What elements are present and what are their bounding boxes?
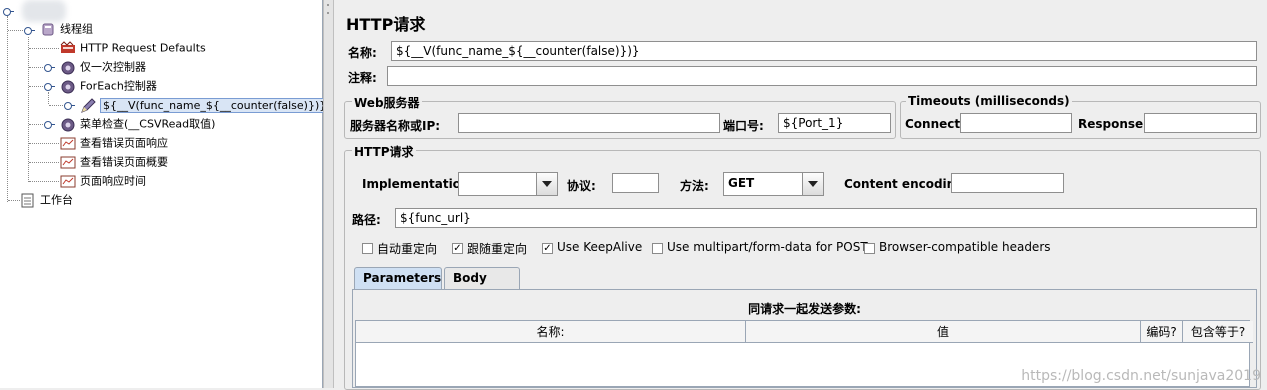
expand-handle[interactable]: [44, 64, 55, 72]
expand-handle[interactable]: [64, 102, 75, 110]
keepalive-checkbox[interactable]: ✓: [542, 243, 553, 254]
tree-item-once-controller[interactable]: 仅一次控制器: [60, 58, 146, 76]
tree-line: [29, 67, 43, 68]
watermark: https://blog.csdn.net/sunjava2019: [1021, 368, 1261, 384]
browser-headers-label: Browser-compatible headers: [879, 240, 1051, 254]
controller-icon: [60, 79, 76, 94]
controller-icon: [60, 117, 76, 132]
tree-item-foreach-controller[interactable]: ForEach控制器: [60, 77, 157, 95]
path-label: 路径:: [352, 213, 381, 227]
column-header-value[interactable]: 值: [746, 321, 1141, 343]
expand-handle[interactable]: [24, 27, 35, 35]
grip-dot: [327, 4, 329, 6]
browser-headers-checkbox[interactable]: [864, 243, 875, 254]
content-encoding-label: Content encoding:: [844, 177, 969, 191]
connect-label: Connect:: [905, 117, 965, 131]
tree-item-error-summary[interactable]: 查看错误页面概要: [60, 153, 168, 171]
tree-line: [29, 124, 43, 125]
split-pane-divider[interactable]: [323, 0, 334, 388]
multipart-label: Use multipart/form-data for POST: [667, 240, 868, 254]
tree-line: [29, 143, 59, 144]
connect-field[interactable]: [960, 113, 1072, 133]
tree-line: [29, 48, 59, 49]
method-label: 方法:: [680, 179, 709, 193]
response-field[interactable]: [1144, 113, 1257, 133]
name-label: 名称:: [348, 46, 377, 60]
method-select[interactable]: GET: [723, 172, 824, 196]
tree-item-response-time[interactable]: 页面响应时间: [60, 172, 146, 190]
chevron-down-icon[interactable]: [536, 173, 557, 195]
tree-line: [29, 86, 43, 87]
thread-group-icon: [40, 22, 56, 37]
grip-dot: [327, 12, 329, 14]
keepalive-label: Use KeepAlive: [557, 240, 643, 254]
protocol-label: 协议:: [567, 179, 596, 193]
path-field[interactable]: ${func_url}: [395, 208, 1257, 228]
tree-item-menu-check[interactable]: 菜单检查(__CSVRead取值): [60, 115, 215, 133]
sampler-pen-icon: [80, 98, 96, 113]
tree-item-error-response[interactable]: 查看错误页面响应: [60, 134, 168, 152]
tree-line: [8, 200, 20, 201]
http-request-title: HTTP请求: [352, 143, 416, 160]
page-title: HTTP请求: [346, 15, 426, 34]
timeouts-title: Timeouts (milliseconds): [906, 94, 1072, 108]
tree-item-workbench[interactable]: 工作台: [20, 191, 73, 209]
tree-item-thread-group[interactable]: 线程组: [40, 20, 93, 38]
protocol-field[interactable]: [612, 173, 659, 193]
tree-line: [29, 181, 59, 182]
content-encoding-field[interactable]: [951, 173, 1064, 193]
web-server-title: Web服务器: [352, 94, 422, 111]
tree-line: [7, 16, 8, 202]
tree-item-selected-sampler[interactable]: ${__V(func_name_${__counter(false)})}: [80, 96, 330, 114]
comment-field[interactable]: [387, 66, 1257, 86]
server-field[interactable]: [458, 113, 720, 133]
expand-handle[interactable]: [44, 121, 55, 129]
http-defaults-icon: [60, 41, 76, 56]
chevron-down-icon[interactable]: [802, 173, 823, 195]
tree-line: [49, 105, 63, 106]
tab-body-data[interactable]: Body Data: [444, 267, 520, 305]
column-header-name[interactable]: 名称:: [356, 321, 746, 343]
name-field[interactable]: ${__V(func_name_${__counter(false)})}: [391, 41, 1257, 61]
follow-redirect-checkbox[interactable]: ✓: [452, 243, 463, 254]
tab-parameters[interactable]: Parameters: [354, 267, 442, 289]
tree-item-http-defaults[interactable]: HTTP Request Defaults: [60, 39, 206, 57]
multipart-checkbox[interactable]: [652, 243, 663, 254]
port-field[interactable]: ${Port_1}: [778, 113, 891, 133]
column-header-include-equals[interactable]: 包含等于?: [1183, 321, 1253, 343]
controller-icon: [60, 60, 76, 75]
follow-redirect-label: 跟随重定向: [467, 242, 528, 256]
tree-line: [8, 30, 23, 31]
listener-icon: [60, 174, 76, 189]
auto-redirect-label: 自动重定向: [377, 242, 438, 256]
port-label: 端口号:: [723, 119, 764, 133]
response-label: Response:: [1078, 117, 1148, 131]
http-request-panel: HTTP请求 名称: ${__V(func_name_${__counter(f…: [334, 0, 1267, 390]
column-header-encode[interactable]: 编码?: [1141, 321, 1183, 343]
blurred-root-node[interactable]: [22, 0, 66, 22]
expand-handle[interactable]: [44, 83, 55, 91]
test-plan-tree[interactable]: 线程组 HTTP Request Defaults 仅一次控制器 ForEach…: [0, 0, 330, 388]
workbench-icon: [20, 193, 36, 208]
implementation-select[interactable]: [458, 172, 558, 196]
expand-handle[interactable]: [3, 8, 14, 16]
tree-line: [48, 92, 49, 104]
comment-label: 注释:: [348, 71, 377, 85]
tree-line: [29, 162, 59, 163]
listener-icon: [60, 136, 76, 151]
server-label: 服务器名称或IP:: [350, 119, 441, 133]
listener-icon: [60, 155, 76, 170]
tree-line: [28, 37, 29, 182]
auto-redirect-checkbox[interactable]: [362, 243, 373, 254]
params-caption: 同请求一起发送参数:: [748, 302, 861, 316]
